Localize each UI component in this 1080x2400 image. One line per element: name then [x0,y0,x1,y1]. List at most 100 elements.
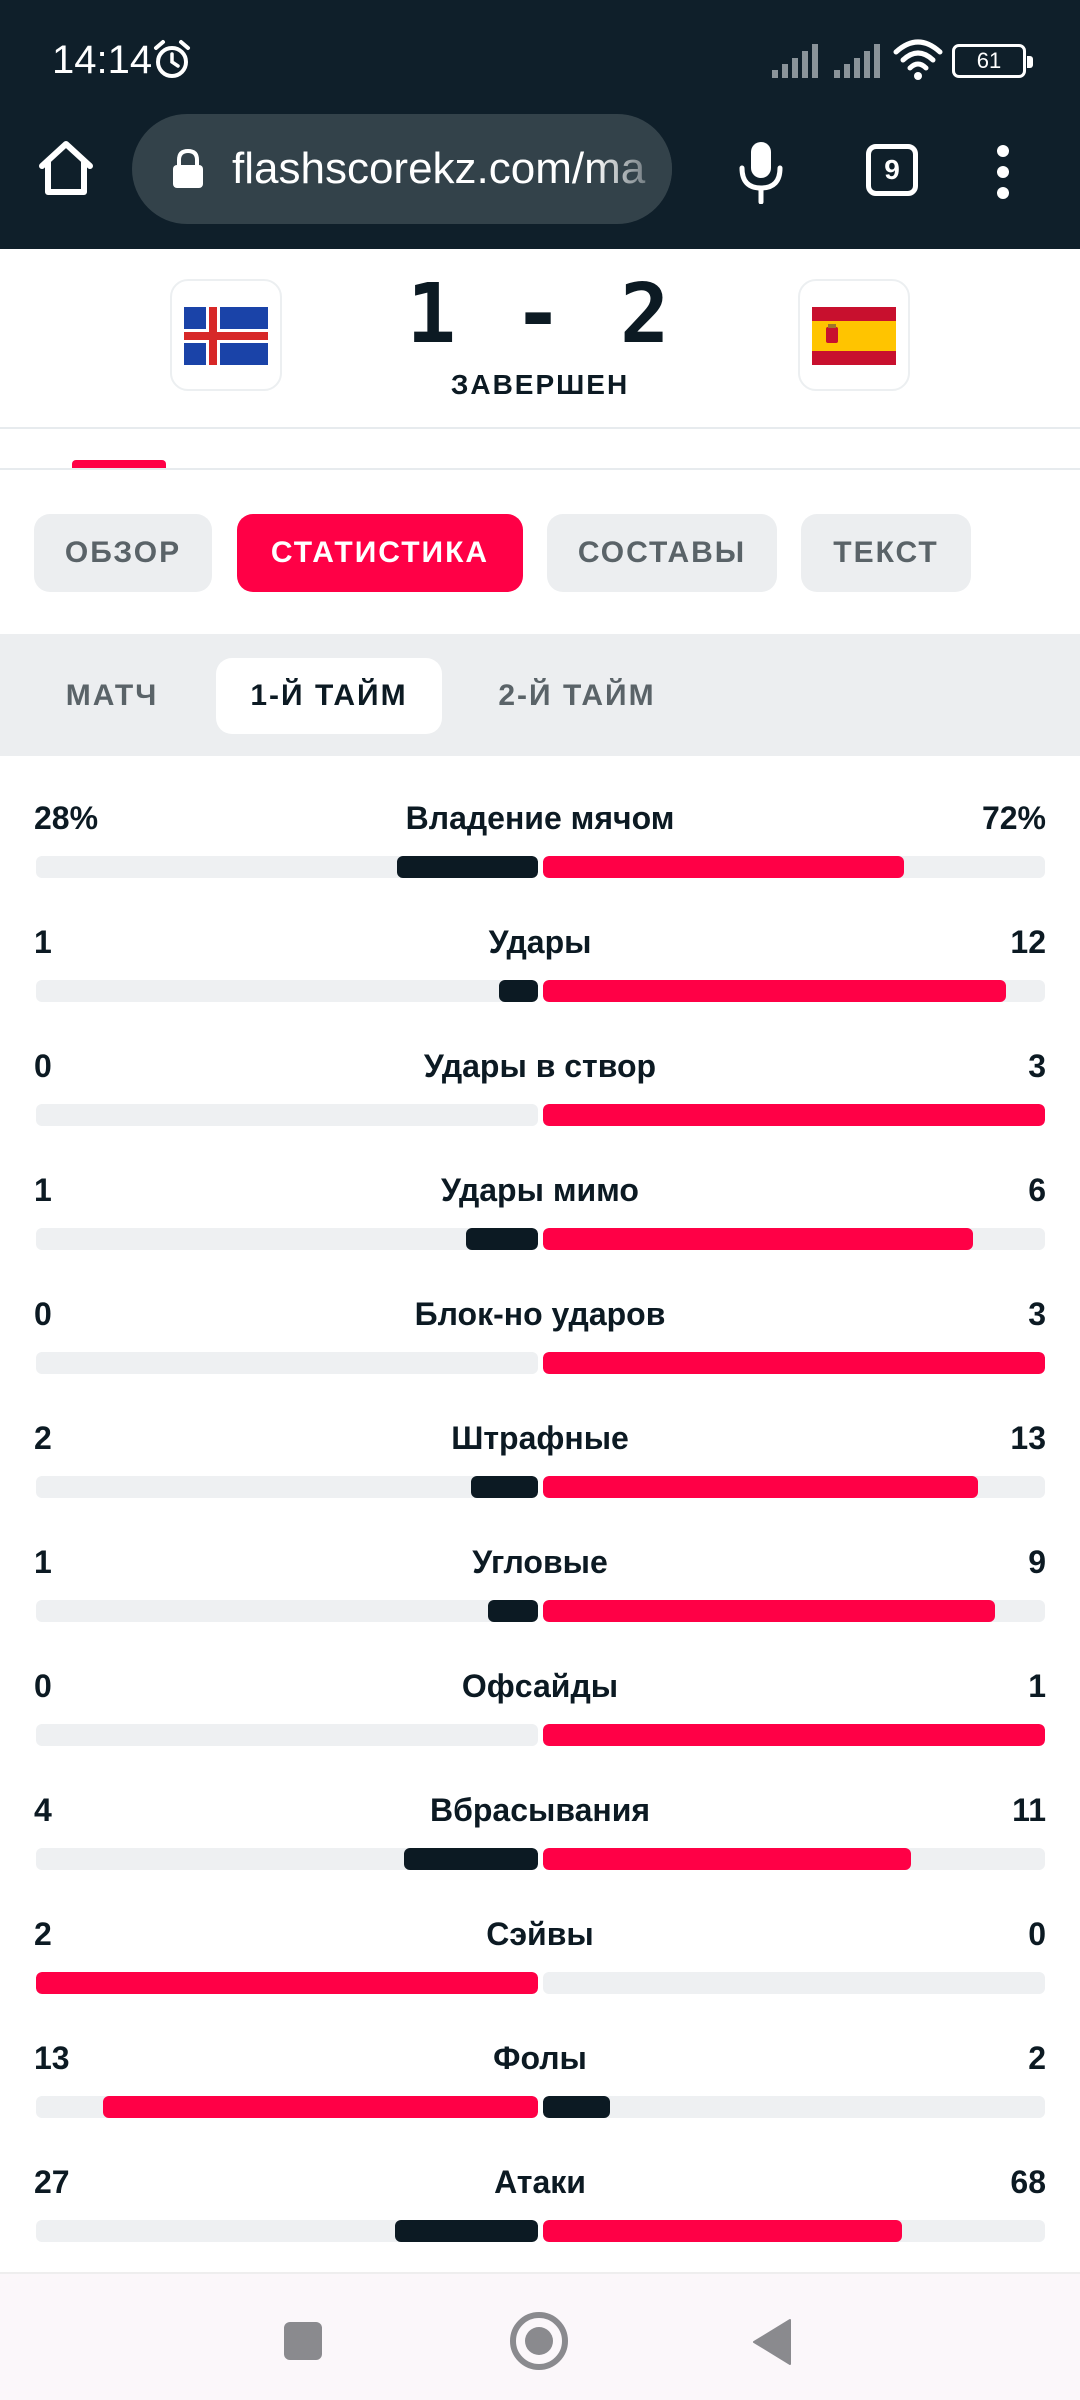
stat-bar-home-track [36,2220,538,2242]
stat-bar [36,1600,1045,1622]
stat-bar-away-track [543,1228,1045,1250]
recent-apps-button[interactable] [284,2322,322,2360]
cell-signal-icon-2 [834,44,880,78]
stat-bar [36,980,1045,1002]
stat-bar-home-track [36,1848,538,1870]
stat-bar-away-track [543,856,1045,878]
stat-bar-home-fill [103,2096,538,2118]
period-tabs: МАТЧ 1-Й ТАЙМ 2-Й ТАЙМ [0,634,1080,756]
stat-away-value: 6 [1028,1172,1046,1208]
tab-commentary[interactable]: ТЕКСТ [801,514,971,592]
stat-away-value: 1 [1028,1668,1046,1704]
stat-bar-away-track [543,1352,1045,1374]
stat-bar-home-track [36,1104,538,1126]
home-button[interactable] [510,2312,568,2370]
stat-bar-home-track [36,856,538,878]
stat-bar [36,1972,1045,1994]
home-icon[interactable] [34,136,98,200]
stat-bar [36,2220,1045,2242]
stat-bar-home-fill [466,1228,538,1250]
stat-bar-away-track [543,1724,1045,1746]
stat-bar-home-track [36,2096,538,2118]
stat-bar-away-fill [543,1600,995,1622]
stat-bar-away-track [543,2096,1045,2118]
stat-away-value: 9 [1028,1544,1046,1580]
stat-away-value: 11 [1012,1792,1046,1828]
tab-match[interactable]: МАТЧ [34,658,190,734]
stat-home-value: 0 [34,1048,52,1084]
tab-first-half[interactable]: 1-Й ТАЙМ [216,658,442,734]
stat-bar-home-track [36,1972,538,1994]
browser-chrome: 14:14 61 flashscorekz.com/ma 9 [0,0,1080,249]
stat-bar-home-fill [397,856,538,878]
stat-home-value: 1 [34,1172,52,1208]
stat-bar-away-track [543,1848,1045,1870]
stat-home-value: 1 [34,1544,52,1580]
stat-name: Фолы [493,2040,587,2076]
away-team-logo[interactable] [798,279,910,391]
battery-indicator: 61 [952,44,1033,78]
stat-bar [36,1228,1045,1250]
back-icon[interactable] [752,2318,792,2366]
stat-bar-away-track [543,2220,1045,2242]
iceland-flag-icon [184,307,268,365]
status-bar: 14:14 61 [0,0,1080,118]
more-menu-icon[interactable] [990,144,1016,200]
section-indicator [72,460,166,468]
stat-bar-home-fill [499,980,538,1002]
stat-name: Удары [488,924,592,960]
stat-home-value: 2 [34,1420,52,1456]
stat-home-value: 1 [34,924,52,960]
stat-name: Удары в створ [423,1048,657,1084]
stat-home-value: 28% [34,800,99,836]
stat-name: Вбрасывания [429,1792,651,1828]
stat-bar-away-fill [543,1724,1045,1746]
stat-bar-away-fill [543,1104,1045,1126]
match-header: 1 - 2 ЗАВЕРШЕН [0,249,1080,429]
stat-bar-away-fill [543,2096,610,2118]
stat-name: Атаки [494,2164,586,2200]
wifi-icon [893,39,943,80]
stat-bar-home-fill [488,1600,538,1622]
stat-home-value: 0 [34,1296,52,1332]
home-team-logo[interactable] [170,279,282,391]
stat-bar [36,1476,1045,1498]
tabs-count-button[interactable]: 9 [866,144,918,196]
alarm-icon [154,40,190,78]
stat-name: Удары мимо [441,1172,639,1208]
lock-icon [173,148,203,188]
stat-bar-home-fill [36,1972,538,1994]
stat-bar-home-fill [471,1476,538,1498]
stat-name: Сэйвы [486,1916,594,1952]
stat-name: Штрафные [451,1420,629,1456]
stat-bar-away-track [543,1972,1045,1994]
tab-second-half[interactable]: 2-Й ТАЙМ [470,658,684,734]
tab-overview[interactable]: ОБЗОР [34,514,212,592]
stat-away-value: 0 [1028,1916,1046,1952]
stat-bar-home-track [36,1228,538,1250]
stat-bar-away-fill [543,980,1006,1002]
tab-lineups[interactable]: СОСТАВЫ [547,514,777,592]
stat-home-value: 2 [34,1916,52,1952]
microphone-icon[interactable] [736,140,786,204]
stat-away-value: 2 [1028,2040,1046,2076]
stat-bar [36,1104,1045,1126]
stat-bar-away-fill [543,1848,911,1870]
stat-bar-away-track [543,1104,1045,1126]
spain-flag-icon [812,307,896,365]
system-nav-bar [0,2272,1080,2400]
stat-bar [36,856,1045,878]
stat-bar [36,1848,1045,1870]
stat-away-value: 13 [1010,1420,1046,1456]
tab-statistics[interactable]: СТАТИСТИКА [237,514,523,592]
match-score: 1 - 2 [406,267,674,362]
stat-away-value: 12 [1010,924,1046,960]
stat-bar-home-track [36,1352,538,1374]
stat-bar-away-fill [543,1228,973,1250]
stat-home-value: 27 [34,2164,70,2200]
stat-home-value: 4 [34,1792,52,1828]
stat-bar-home-track [36,980,538,1002]
url-bar[interactable]: flashscorekz.com/ma [132,114,672,224]
stat-away-value: 3 [1028,1048,1046,1084]
status-time: 14:14 [52,38,153,82]
